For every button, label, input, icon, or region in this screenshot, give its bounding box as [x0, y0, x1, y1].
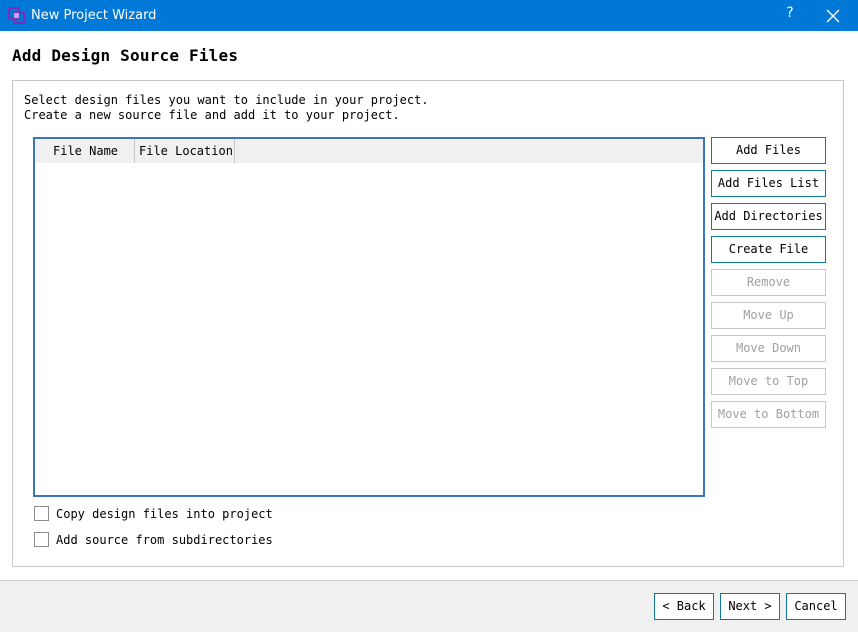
- help-button[interactable]: ?: [780, 5, 800, 21]
- vivado-logo-icon: [8, 7, 25, 24]
- copy-files-checkbox[interactable]: [34, 506, 49, 521]
- remove-button[interactable]: Remove: [711, 269, 826, 296]
- column-header-file-location[interactable]: File Location: [135, 139, 235, 163]
- move-to-top-button[interactable]: Move to Top: [711, 368, 826, 395]
- column-header-file-name[interactable]: File Name: [35, 139, 135, 163]
- cancel-button[interactable]: Cancel: [786, 593, 846, 620]
- copy-files-label: Copy design files into project: [56, 507, 273, 521]
- next-button[interactable]: Next >: [720, 593, 780, 620]
- page-title: Add Design Source Files: [12, 46, 239, 65]
- close-icon[interactable]: [824, 7, 842, 25]
- back-button[interactable]: < Back: [654, 593, 714, 620]
- window-title: New Project Wizard: [31, 8, 157, 23]
- source-files-panel: Select design files you want to include …: [12, 80, 844, 567]
- move-to-bottom-button[interactable]: Move to Bottom: [711, 401, 826, 428]
- source-file-table[interactable]: File Name File Location: [33, 137, 705, 497]
- add-files-list-button[interactable]: Add Files List: [711, 170, 826, 197]
- add-subdirectories-label: Add source from subdirectories: [56, 533, 273, 547]
- wizard-footer: < Back Next > Cancel: [0, 580, 858, 632]
- add-files-button[interactable]: Add Files: [711, 137, 826, 164]
- description-line-2: Create a new source file and add it to y…: [24, 108, 400, 122]
- description-line-1: Select design files you want to include …: [24, 93, 429, 107]
- add-subdirectories-checkbox[interactable]: [34, 532, 49, 547]
- wizard-content: Add Design Source Files Select design fi…: [0, 31, 858, 580]
- add-directories-button[interactable]: Add Directories: [711, 203, 826, 230]
- title-bar: New Project Wizard ?: [0, 0, 858, 31]
- create-file-button[interactable]: Create File: [711, 236, 826, 263]
- table-header: File Name File Location: [35, 139, 703, 163]
- move-down-button[interactable]: Move Down: [711, 335, 826, 362]
- move-up-button[interactable]: Move Up: [711, 302, 826, 329]
